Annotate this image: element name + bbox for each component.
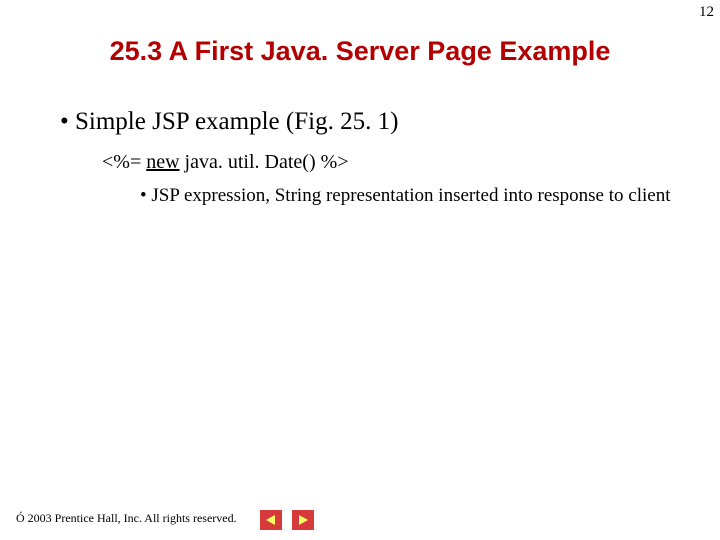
prev-button[interactable] xyxy=(260,510,282,530)
copyright-footer: Ó 2003 Prentice Hall, Inc. All rights re… xyxy=(16,511,237,526)
next-button[interactable] xyxy=(292,510,314,530)
code-prefix: <%= xyxy=(102,151,146,173)
page-number: 12 xyxy=(699,4,714,21)
copyright-symbol: Ó xyxy=(16,511,25,525)
code-suffix: java. util. Date() %> xyxy=(180,151,349,173)
code-expression: <%= new java. util. Date() %> xyxy=(102,151,680,174)
code-keyword-new: new xyxy=(146,151,179,173)
nav-controls xyxy=(260,510,314,530)
triangle-right-icon xyxy=(297,514,309,526)
bullet-level-1: Simple JSP example (Fig. 25. 1) xyxy=(60,106,680,137)
slide-title: 25.3 A First Java. Server Page Example xyxy=(0,36,720,67)
slide-content: Simple JSP example (Fig. 25. 1) <%= new … xyxy=(60,106,680,208)
triangle-left-icon xyxy=(265,514,277,526)
copyright-text: 2003 Prentice Hall, Inc. All rights rese… xyxy=(25,511,237,525)
bullet-level-2: JSP expression, String representation in… xyxy=(140,184,680,208)
